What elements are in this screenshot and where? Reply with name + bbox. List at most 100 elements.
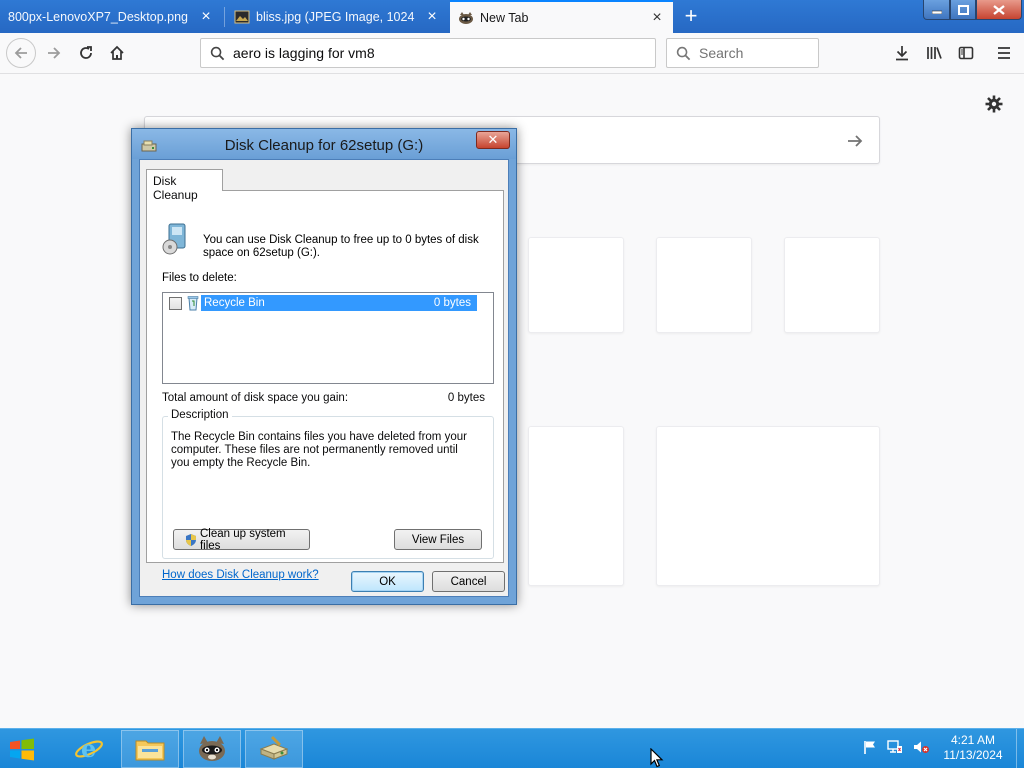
forward-arrow-icon (48, 47, 61, 59)
tab-bliss[interactable]: bliss.jpg (JPEG Image, 1024 × 7 × (226, 0, 448, 33)
navigation-toolbar: aero is lagging for vm8 Search (0, 33, 1024, 74)
files-to-delete-label: Files to delete: (162, 272, 237, 284)
uac-shield-icon (185, 533, 196, 546)
hamburger-menu-icon (998, 47, 1010, 59)
dialog-close-button[interactable]: ✕ (476, 131, 510, 149)
back-button[interactable] (6, 38, 36, 68)
view-files-button[interactable]: View Files (394, 529, 482, 550)
file-size: 0 bytes (433, 297, 471, 309)
total-value: 0 bytes (447, 392, 485, 404)
tab-strip: 800px-LenovoXP7_Desktop.png (W × bliss.j… (0, 0, 1024, 34)
start-button[interactable] (6, 735, 40, 763)
tab-title: 800px-LenovoXP7_Desktop.png (W (8, 9, 192, 24)
list-item[interactable]: Recycle Bin 0 bytes (166, 295, 477, 311)
tab-separator (224, 7, 225, 27)
clean-up-system-files-button[interactable]: Clean up system files (173, 527, 310, 552)
close-icon: ✕ (487, 132, 499, 147)
gear-icon[interactable] (984, 94, 1004, 114)
downloads-button[interactable] (888, 39, 916, 67)
taskbar-clock[interactable]: 4:21 AM 11/13/2024 (940, 733, 1006, 763)
top-site-tile[interactable] (784, 237, 880, 333)
dialog-body: Disk Cleanup You can use Disk Cleanup to… (139, 159, 509, 597)
description-text: The Recycle Bin contains files you have … (171, 431, 467, 469)
app-menu-button[interactable] (990, 39, 1018, 67)
file-name: Recycle Bin (204, 297, 265, 309)
top-site-tile[interactable] (656, 237, 752, 333)
system-tray (862, 739, 930, 759)
highlight-card[interactable] (656, 426, 880, 586)
tab-disk-cleanup[interactable]: Disk Cleanup (146, 169, 223, 202)
sidebar-button[interactable] (952, 39, 980, 67)
description-group: Description The Recycle Bin contains fil… (162, 409, 494, 559)
search-placeholder: Search (699, 45, 744, 61)
cancel-button[interactable]: Cancel (432, 571, 505, 592)
tab-close-icon[interactable]: × (424, 8, 440, 25)
svg-text:e: e (81, 734, 96, 763)
disk-cleanup-icon (259, 735, 289, 760)
tab-lenovo-desktop[interactable]: 800px-LenovoXP7_Desktop.png (W × (0, 0, 222, 33)
home-icon (110, 45, 124, 60)
button-label: Clean up system files (199, 527, 286, 552)
window-close-button[interactable] (976, 0, 1022, 20)
file-explorer-icon (135, 740, 165, 761)
recycle-bin-checkbox[interactable] (169, 297, 182, 310)
clock-date: 11/13/2024 (943, 748, 1003, 762)
info-text: You can use Disk Cleanup to free up to 0… (203, 234, 479, 259)
sidebar-icon (958, 46, 974, 60)
search-bar[interactable]: Search (666, 38, 819, 68)
tab-title: bliss.jpg (JPEG Image, 1024 × 7 (256, 9, 418, 24)
home-button[interactable] (103, 39, 131, 67)
taskbar-disk-cleanup[interactable] (245, 730, 303, 768)
tab-panel: You can use Disk Cleanup to free up to 0… (146, 190, 504, 581)
download-icon (896, 46, 908, 61)
volume-muted-icon[interactable] (912, 739, 930, 755)
library-button[interactable] (920, 39, 948, 67)
internet-explorer-icon: e (75, 734, 103, 763)
search-icon (676, 46, 691, 60)
ok-button[interactable]: OK (351, 571, 424, 592)
maximize-button[interactable] (950, 0, 976, 20)
close-icon (993, 4, 1005, 15)
taskbar-firefox[interactable] (183, 730, 241, 768)
dialog-title: Disk Cleanup for 62setup (G:) (224, 137, 424, 154)
url-text: aero is lagging for vm8 (233, 45, 375, 61)
mouse-cursor-icon (650, 748, 664, 768)
help-link[interactable]: How does Disk Cleanup work? (162, 569, 319, 581)
recycle-bin-icon (187, 296, 199, 311)
firefox-raccoon-icon (199, 736, 225, 761)
url-bar[interactable]: aero is lagging for vm8 (200, 38, 656, 68)
taskbar: e 4:21 AM 11/13/2024 (0, 728, 1024, 768)
minimize-button[interactable] (923, 0, 950, 20)
arrow-right-icon[interactable] (845, 131, 865, 151)
taskbar-internet-explorer[interactable]: e (60, 730, 118, 768)
network-icon[interactable] (886, 739, 904, 755)
library-icon (926, 47, 942, 59)
minimize-icon (931, 10, 942, 14)
show-desktop-button[interactable] (1016, 729, 1024, 768)
reload-button[interactable] (72, 39, 100, 67)
tab-title: New Tab (480, 11, 529, 25)
search-icon (210, 46, 225, 60)
tab-new-tab[interactable]: New Tab × (450, 0, 673, 34)
highlight-card[interactable] (528, 426, 624, 586)
raccoon-icon (459, 12, 473, 24)
forward-button[interactable] (40, 39, 68, 67)
files-list[interactable]: Recycle Bin 0 bytes (162, 292, 494, 384)
dialog-titlebar[interactable]: Disk Cleanup for 62setup (G:) ✕ (132, 129, 516, 159)
tab-close-icon[interactable]: × (649, 10, 665, 26)
recycle-bin-entry[interactable]: Recycle Bin 0 bytes (201, 295, 477, 311)
new-tab-button[interactable]: + (679, 5, 703, 29)
image-thumb-icon (234, 10, 250, 23)
description-legend: Description (168, 409, 232, 421)
maximize-icon (957, 4, 969, 15)
disk-cleanup-icon (162, 223, 186, 255)
tab-close-icon[interactable]: × (198, 8, 214, 25)
disk-cleanup-dialog: Disk Cleanup for 62setup (G:) ✕ Disk Cle… (131, 128, 517, 605)
back-arrow-icon (14, 47, 27, 59)
taskbar-file-explorer[interactable] (121, 730, 179, 768)
total-label: Total amount of disk space you gain: (162, 392, 349, 404)
clock-time: 4:21 AM (950, 733, 996, 747)
reload-icon (80, 46, 92, 59)
top-site-tile[interactable] (528, 237, 624, 333)
action-center-flag-icon[interactable] (862, 739, 878, 755)
